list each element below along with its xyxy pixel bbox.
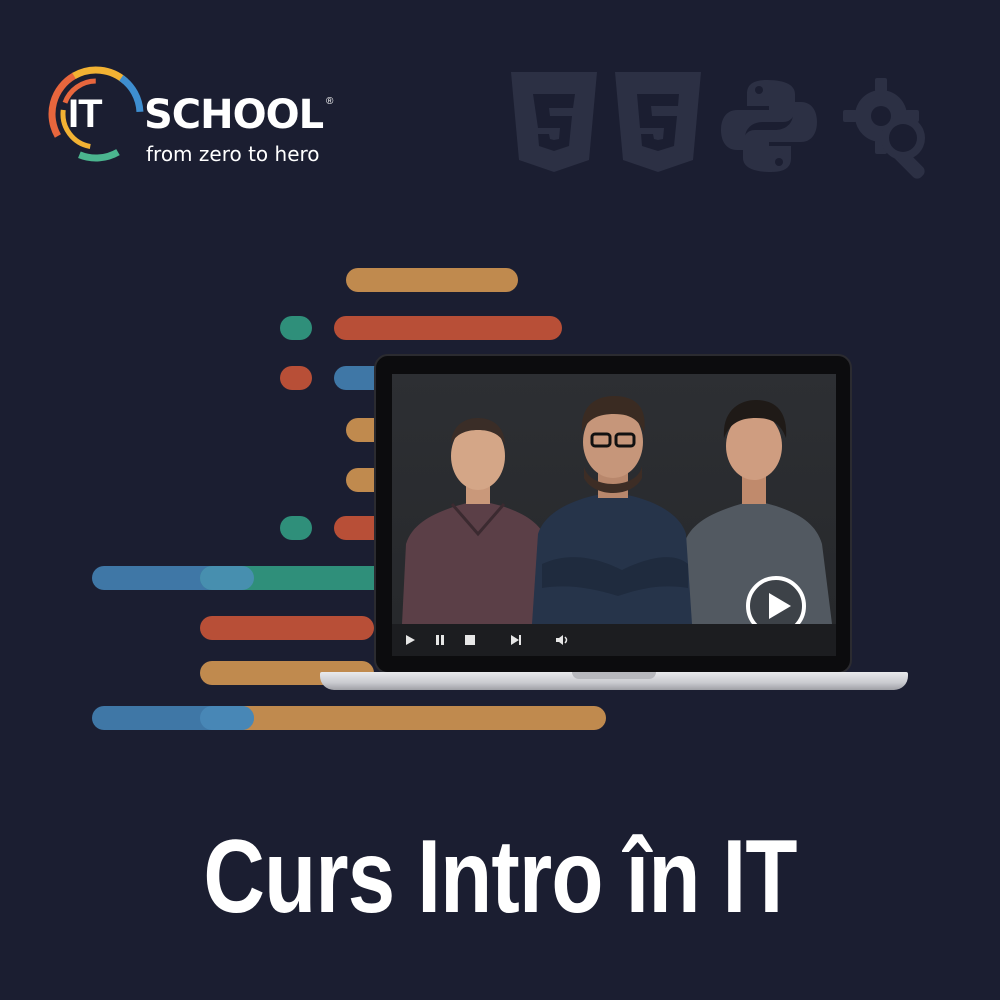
logo-school-text: SCHOOL bbox=[144, 92, 324, 138]
tech-icons bbox=[505, 72, 955, 182]
gear-search-icon bbox=[843, 78, 925, 179]
code-dot bbox=[280, 366, 312, 390]
python-icon bbox=[721, 80, 817, 172]
page-title: Curs Intro în IT bbox=[203, 819, 797, 935]
next-icon[interactable] bbox=[508, 632, 524, 648]
code-dot bbox=[280, 316, 312, 340]
code-dot bbox=[280, 516, 312, 540]
html5-icon bbox=[615, 72, 701, 172]
code-bar bbox=[200, 566, 254, 590]
person-middle bbox=[532, 396, 692, 624]
laptop-base bbox=[320, 672, 908, 690]
css3-icon bbox=[511, 72, 597, 172]
code-bar bbox=[334, 316, 562, 340]
volume-icon[interactable] bbox=[554, 632, 570, 648]
code-bar bbox=[346, 268, 518, 292]
code-bar bbox=[200, 616, 374, 640]
person-left bbox=[402, 418, 552, 624]
registered-mark: ® bbox=[326, 96, 334, 107]
laptop-notch bbox=[572, 672, 656, 679]
code-bar bbox=[200, 706, 254, 730]
logo-it-text: IT bbox=[68, 92, 103, 136]
pause-icon[interactable] bbox=[432, 632, 448, 648]
laptop-screen bbox=[374, 354, 852, 674]
stop-icon[interactable] bbox=[462, 632, 478, 648]
logo-tagline: from zero to hero bbox=[146, 142, 320, 166]
video-controls bbox=[392, 624, 836, 656]
video-player[interactable] bbox=[392, 374, 836, 656]
code-bar bbox=[200, 706, 606, 730]
brand-logo: IT SCHOOL ® from zero to hero bbox=[44, 62, 344, 172]
play-icon[interactable] bbox=[402, 632, 418, 648]
